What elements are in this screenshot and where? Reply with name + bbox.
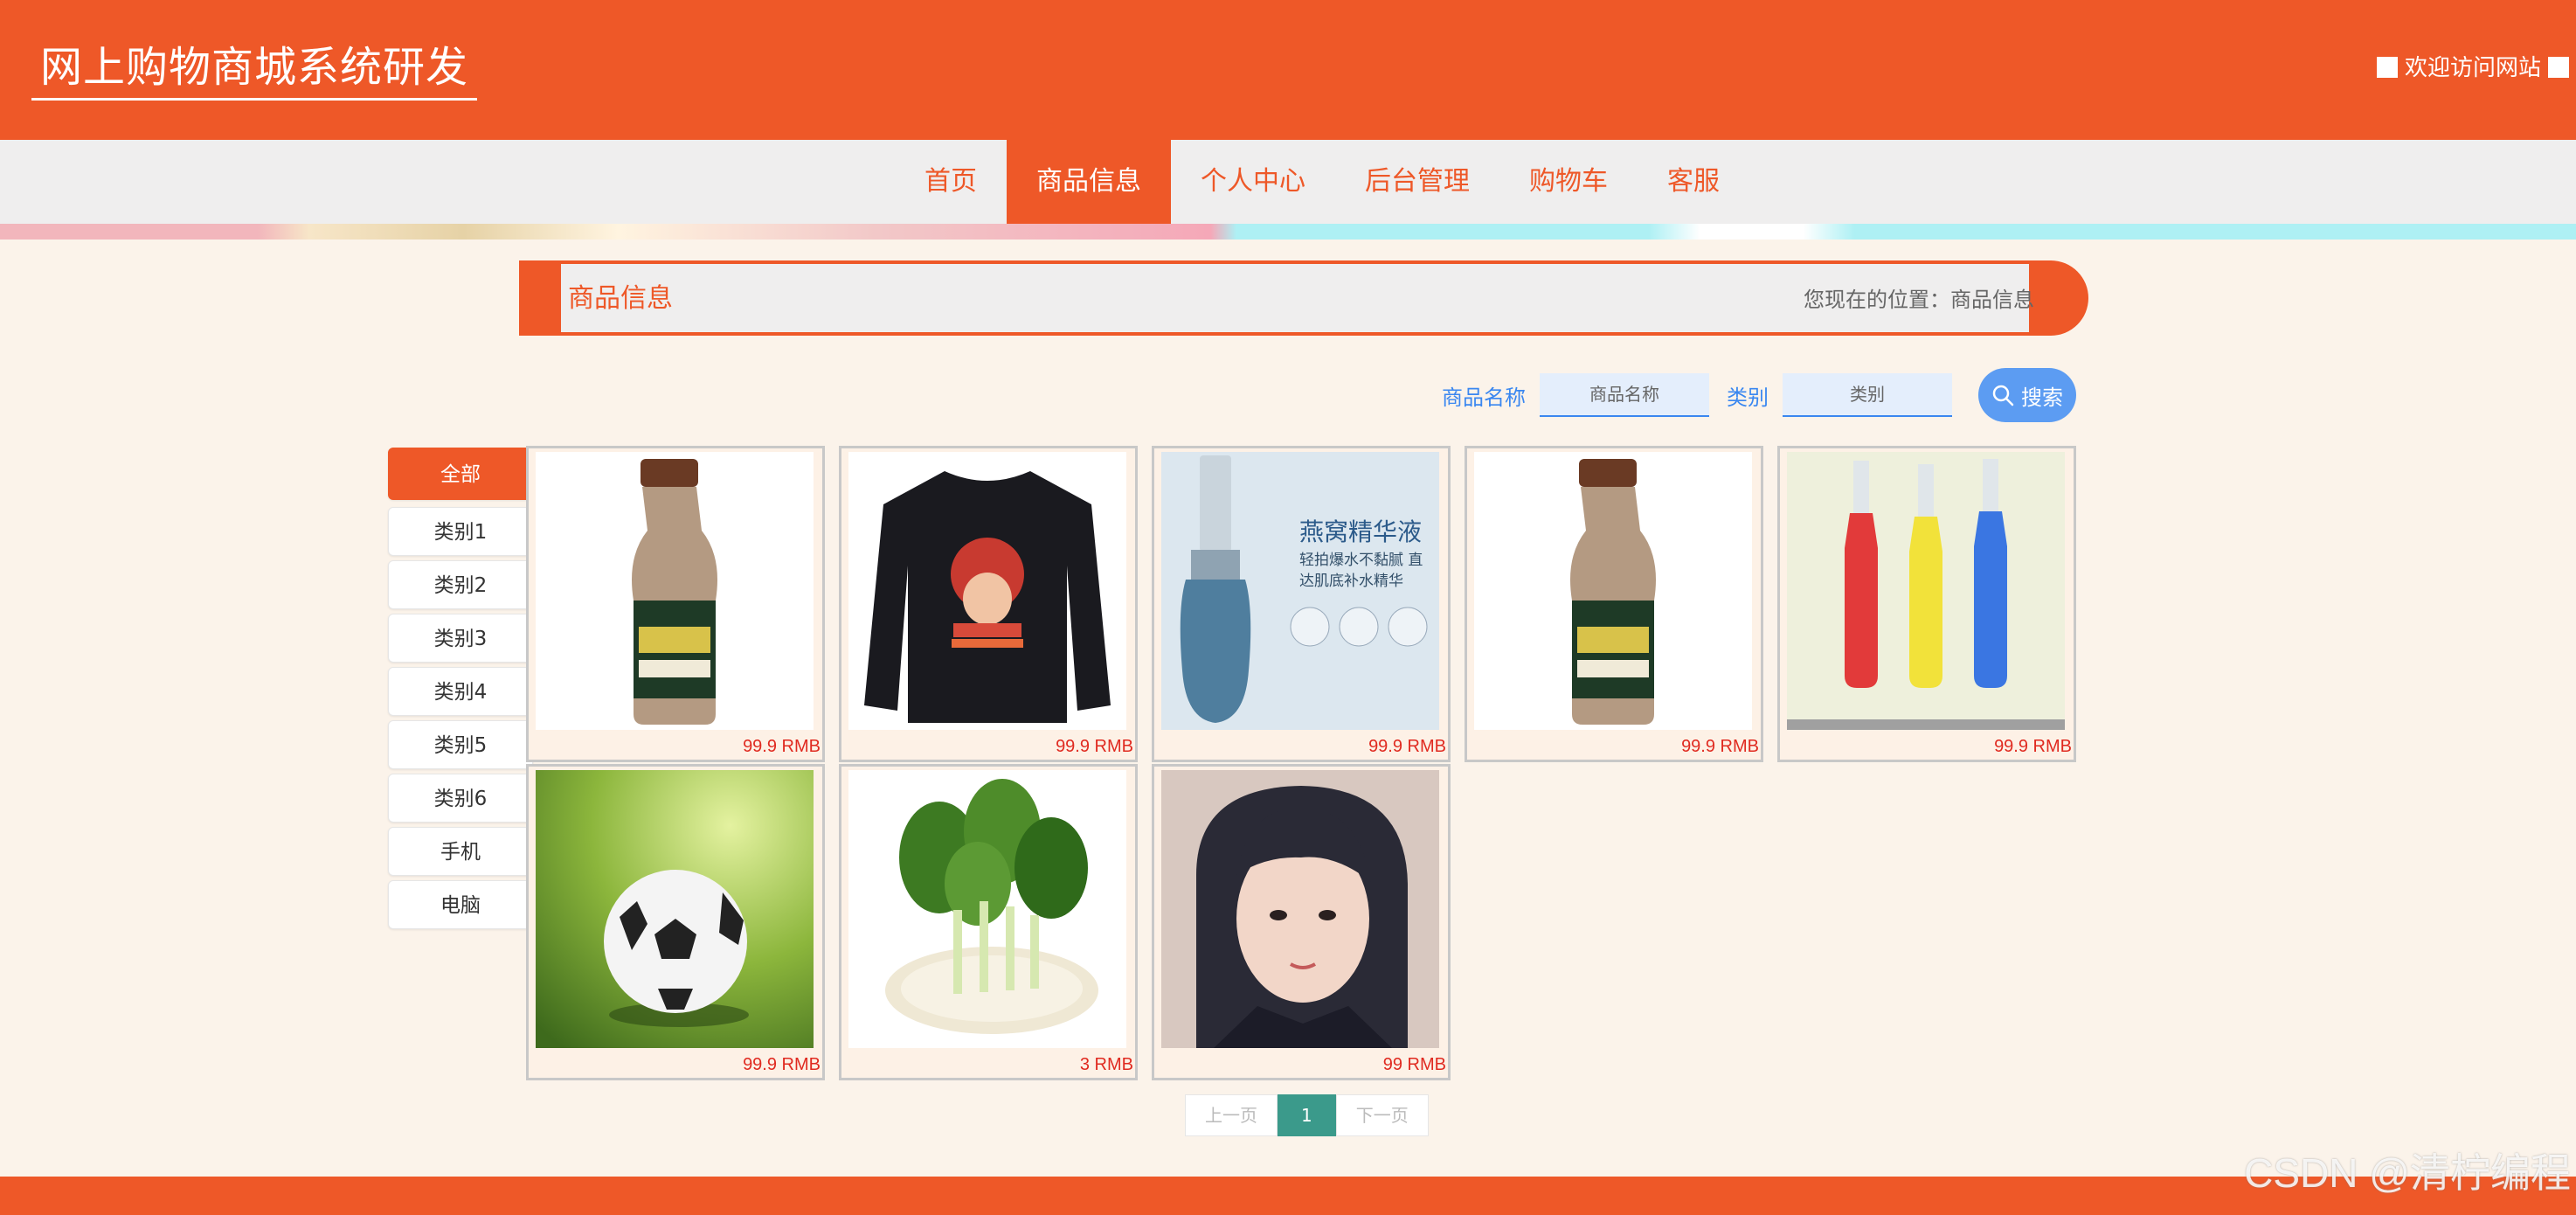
- product-price: 99.9 RMB: [1681, 737, 1759, 756]
- product-card[interactable]: 99 RMB: [1152, 764, 1451, 1080]
- welcome-banner: 欢迎访问网站: [2370, 49, 2576, 87]
- category-1[interactable]: 类别1: [388, 507, 533, 556]
- watermark: CSDN @清柠编程: [2244, 1150, 2571, 1196]
- category-input[interactable]: [1783, 373, 1952, 417]
- nav-item-cart[interactable]: 购物车: [1499, 140, 1638, 224]
- search-icon: [1992, 385, 2014, 406]
- product-price: 99.9 RMB: [1994, 737, 2072, 756]
- site-footer: [0, 1177, 2576, 1215]
- product-card[interactable]: 99.9 RMB: [839, 446, 1138, 762]
- product-image: [536, 452, 814, 730]
- nav-item-personal-center[interactable]: 个人中心: [1171, 140, 1335, 224]
- product-name-label: 商品名称: [1442, 385, 1526, 410]
- nav-items: 首页 商品信息 个人中心 后台管理 购物车 客服: [895, 140, 1749, 224]
- product-card[interactable]: 3 RMB: [839, 764, 1138, 1080]
- search-form: 商品名称 类别 搜索: [1442, 367, 2076, 423]
- main-nav: 首页 商品信息 个人中心 后台管理 购物车 客服: [0, 140, 2576, 224]
- page-number-current[interactable]: 1: [1278, 1094, 1336, 1136]
- search-button-label: 搜索: [2021, 385, 2063, 410]
- product-card[interactable]: 燕窝精华液 轻拍爆水不黏腻 直达肌底补水精华 99.9 RMB: [1152, 446, 1451, 762]
- product-price: 3 RMB: [1079, 1055, 1133, 1074]
- category-4[interactable]: 类别4: [388, 667, 533, 716]
- product-image: [1161, 770, 1439, 1048]
- product-image-subtext: 轻拍爆水不黏腻 直达肌底补水精华: [1299, 552, 1423, 590]
- product-image: 燕窝精华液 轻拍爆水不黏腻 直达肌底补水精华: [1161, 452, 1439, 730]
- nav-item-products[interactable]: 商品信息: [1007, 140, 1171, 224]
- breadcrumb-current[interactable]: 商品信息: [1950, 288, 2034, 312]
- category-sidebar: 全部 类别1 类别2 类别3 类别4 类别5 类别6 手机 电脑: [388, 448, 535, 934]
- pagination: 上一页 1 下一页: [1185, 1094, 1429, 1136]
- square-icon: [2376, 57, 2398, 78]
- product-card[interactable]: 99.9 RMB: [1465, 446, 1763, 762]
- category-computer[interactable]: 电脑: [388, 880, 533, 929]
- product-image: [848, 452, 1126, 730]
- breadcrumb: 您现在的位置：商品信息: [1804, 285, 2034, 315]
- category-label: 类别: [1727, 385, 1769, 410]
- product-image: [1474, 452, 1752, 730]
- welcome-text: 欢迎访问网站: [2404, 55, 2541, 81]
- category-5[interactable]: 类别5: [388, 720, 533, 769]
- product-card[interactable]: 99.9 RMB: [526, 446, 825, 762]
- product-card[interactable]: 99.9 RMB: [526, 764, 825, 1080]
- decorative-banner-strip: [0, 224, 2576, 240]
- category-6[interactable]: 类别6: [388, 774, 533, 823]
- nav-item-home[interactable]: 首页: [895, 140, 1007, 224]
- nav-item-admin[interactable]: 后台管理: [1335, 140, 1499, 224]
- category-phone[interactable]: 手机: [388, 827, 533, 876]
- category-3[interactable]: 类别3: [388, 614, 533, 663]
- breadcrumb-label: 您现在的位置：: [1804, 288, 1950, 312]
- product-image: [536, 770, 814, 1048]
- category-2[interactable]: 类别2: [388, 560, 533, 609]
- product-price: 99.9 RMB: [743, 1055, 821, 1074]
- square-icon: [2548, 57, 2569, 78]
- page-title: 商品信息: [568, 283, 673, 314]
- site-title[interactable]: 网上购物商城系统研发: [31, 38, 478, 101]
- product-name-input[interactable]: [1540, 373, 1709, 417]
- category-all[interactable]: 全部: [388, 448, 533, 500]
- site-header: 网上购物商城系统研发 欢迎访问网站: [0, 0, 2576, 140]
- search-button[interactable]: 搜索: [1978, 368, 2076, 422]
- product-card[interactable]: 99.9 RMB: [1777, 446, 2076, 762]
- product-price: 99.9 RMB: [1056, 737, 1133, 756]
- product-price: 99.9 RMB: [743, 737, 821, 756]
- product-image-text: 燕窝精华液: [1299, 517, 1423, 546]
- product-image: [1787, 452, 2065, 730]
- product-price: 99 RMB: [1382, 1055, 1446, 1074]
- next-page-button[interactable]: 下一页: [1335, 1094, 1429, 1136]
- prev-page-button[interactable]: 上一页: [1185, 1094, 1278, 1136]
- nav-item-service[interactable]: 客服: [1638, 140, 1749, 224]
- product-price: 99.9 RMB: [1368, 737, 1446, 756]
- product-image: [848, 770, 1126, 1048]
